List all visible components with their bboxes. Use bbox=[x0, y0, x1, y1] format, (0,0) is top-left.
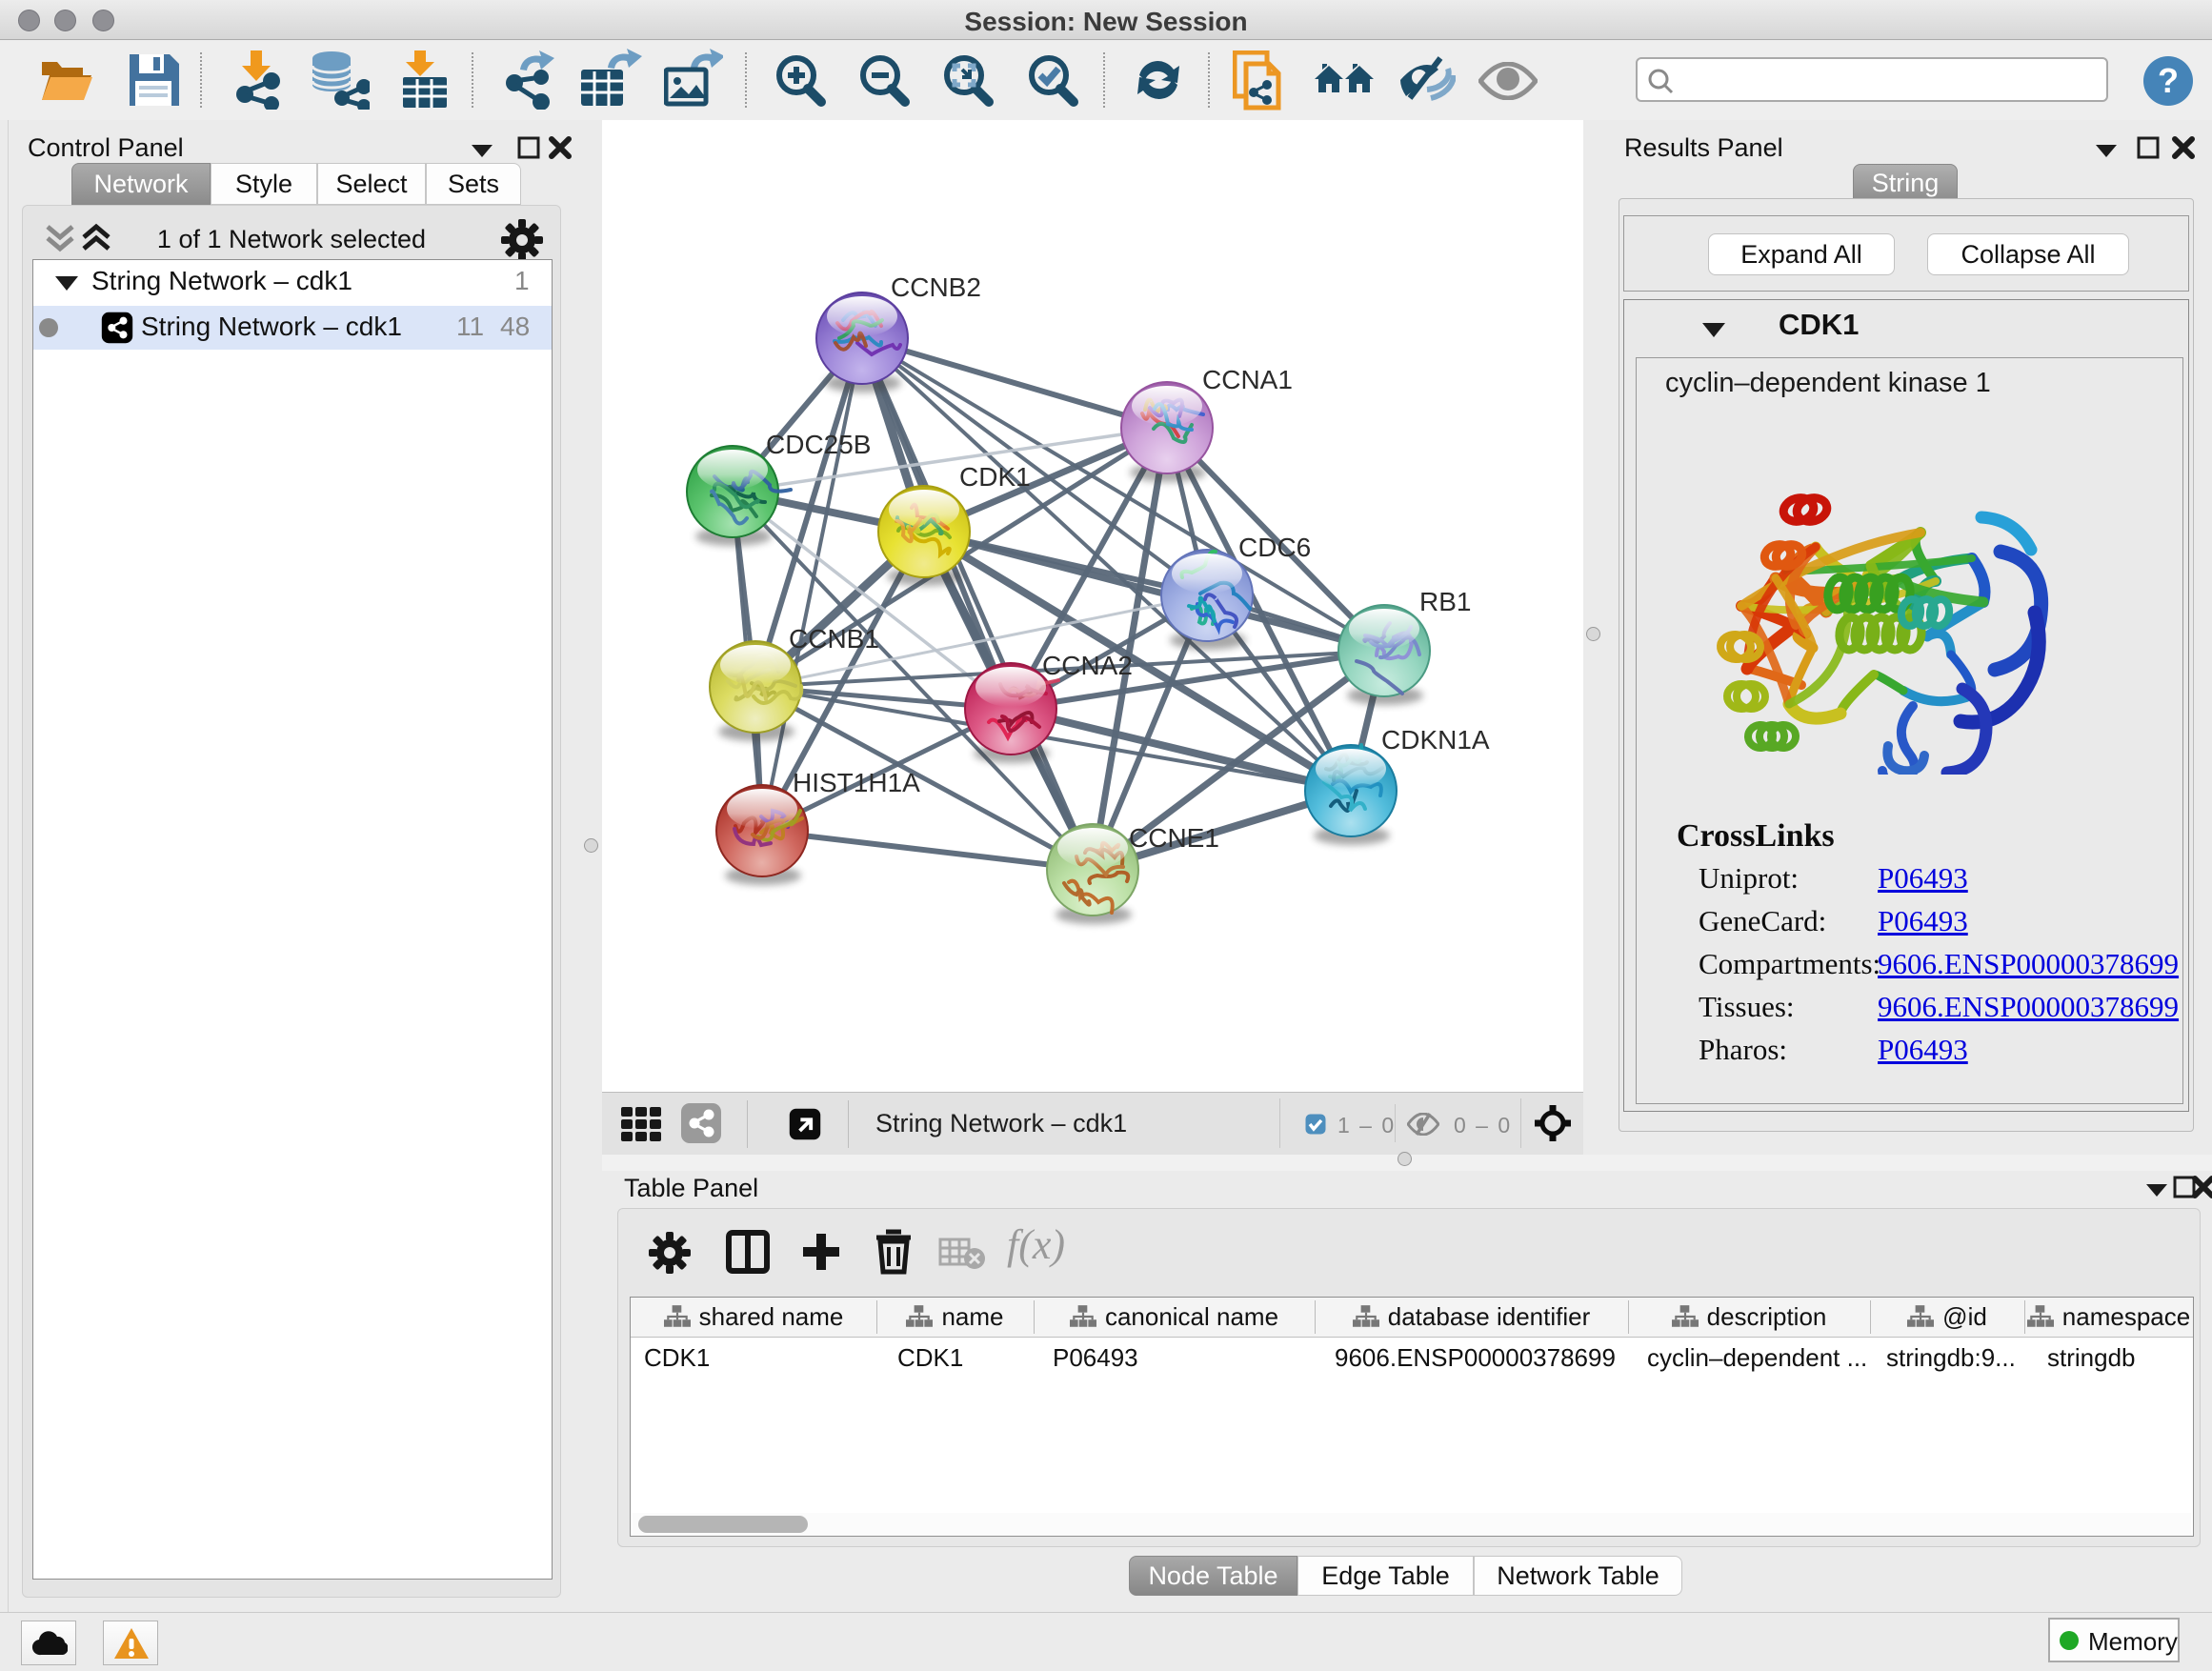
svg-text:CDC6: CDC6 bbox=[1238, 533, 1311, 562]
svg-text:CCNB1: CCNB1 bbox=[789, 624, 879, 654]
svg-text:CDK1: CDK1 bbox=[959, 462, 1031, 492]
svg-text:CDKN1A: CDKN1A bbox=[1381, 725, 1490, 755]
svg-text:?: ? bbox=[2158, 61, 2179, 100]
svg-text:RB1: RB1 bbox=[1419, 587, 1471, 616]
svg-text:CCNE1: CCNE1 bbox=[1129, 823, 1219, 853]
svg-text:CDC25B: CDC25B bbox=[766, 430, 871, 459]
svg-text:CCNA2: CCNA2 bbox=[1042, 651, 1133, 680]
svg-text:HIST1H1A: HIST1H1A bbox=[793, 768, 920, 797]
svg-text:CCNA1: CCNA1 bbox=[1202, 365, 1293, 394]
svg-text:CCNB2: CCNB2 bbox=[891, 272, 981, 302]
